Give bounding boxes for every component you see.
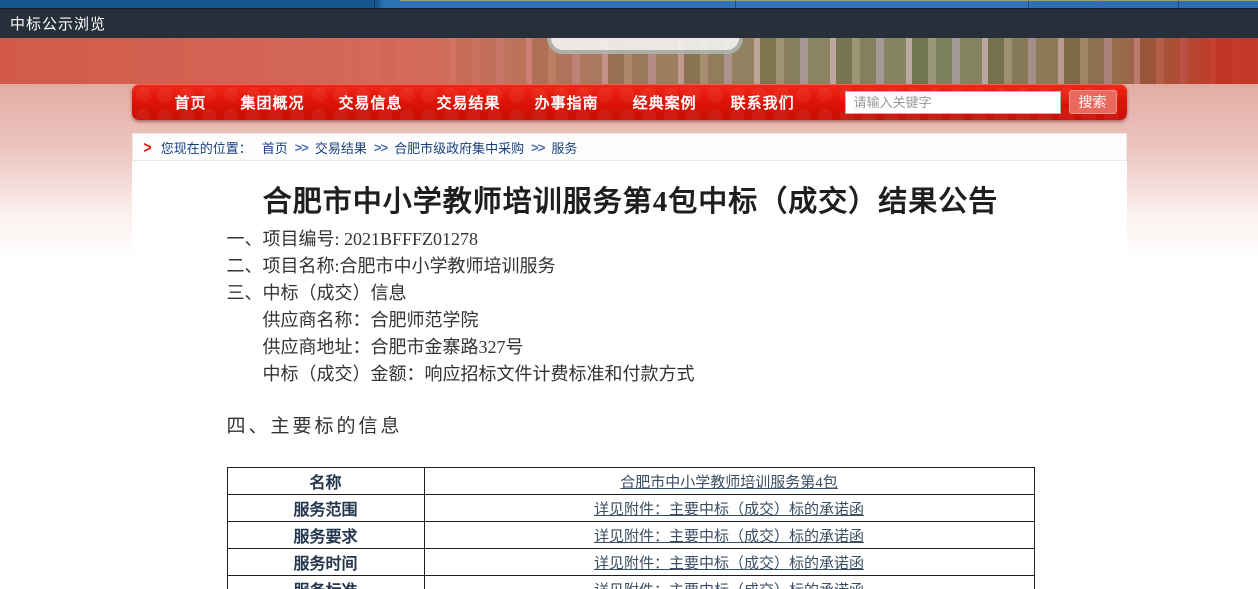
nav-item-trade-results[interactable]: 交易结果	[420, 92, 518, 113]
breadcrumb-arrow-icon: >	[144, 137, 152, 156]
nav-item-classic-cases[interactable]: 经典案例	[616, 92, 714, 113]
breadcrumb: > 您现在的位置： 首页 >> 交易结果 >> 合肥市级政府集中采购 >> 服务	[132, 133, 1127, 161]
supplier-address-line: 供应商地址：合肥市金寨路327号	[227, 334, 1035, 361]
nav-item-service-guide[interactable]: 办事指南	[518, 92, 616, 113]
search-button[interactable]: 搜索	[1069, 90, 1117, 114]
search-input[interactable]	[845, 91, 1061, 114]
bid-info-table: 名称 合肥市中小学教师培训服务第4包 服务范围 详见附件：主要中标（成交）标的承…	[227, 467, 1035, 589]
award-amount-line: 中标（成交）金额：响应招标文件计费标准和付款方式	[227, 361, 1035, 388]
window-title-bar: 中标公示浏览	[0, 8, 1258, 38]
breadcrumb-link-service[interactable]: 服务	[551, 138, 577, 157]
page-title: 合肥市中小学教师培训服务第4包中标（成交）结果公告	[227, 178, 1035, 220]
row-value-service-scope-link[interactable]: 详见附件：主要中标（成交）标的承诺函	[594, 502, 864, 518]
browser-tab-strip	[0, 0, 1258, 8]
row-value-service-standard-link[interactable]: 详见附件：主要中标（成交）标的承诺函	[594, 583, 864, 589]
main-navigation: 首页 集团概况 交易信息 交易结果 办事指南 经典案例 联系我们 搜索	[132, 84, 1127, 120]
table-row: 服务要求 详见附件：主要中标（成交）标的承诺函	[227, 522, 1034, 549]
announcement-article: 合肥市中小学教师培训服务第4包中标（成交）结果公告 一、项目编号: 2021BF…	[227, 178, 1035, 589]
breadcrumb-separator: >>	[295, 140, 308, 155]
nav-item-home[interactable]: 首页	[158, 92, 224, 113]
award-info-heading: 三、中标（成交）信息	[227, 280, 1035, 307]
table-row: 服务时间 详见附件：主要中标（成交）标的承诺函	[227, 549, 1034, 576]
search-area: 搜索	[845, 90, 1117, 114]
nav-item-group-overview[interactable]: 集团概况	[224, 92, 322, 113]
row-value-name-link[interactable]: 合肥市中小学教师培训服务第4包	[620, 475, 838, 491]
breadcrumb-prefix: 您现在的位置：	[161, 138, 252, 157]
row-label-service-scope: 服务范围	[227, 495, 424, 522]
row-label-service-requirements: 服务要求	[227, 522, 424, 549]
nav-item-contact-us[interactable]: 联系我们	[714, 92, 812, 113]
supplier-name-line: 供应商名称：合肥师范学院	[227, 307, 1035, 334]
breadcrumb-link-home[interactable]: 首页	[262, 138, 288, 157]
breadcrumb-separator: >>	[531, 140, 544, 155]
banner-search-pill	[547, 38, 743, 54]
nav-item-trade-info[interactable]: 交易信息	[322, 92, 420, 113]
breadcrumb-link-trade-results[interactable]: 交易结果	[315, 138, 367, 157]
page-column: 首页 集团概况 交易信息 交易结果 办事指南 经典案例 联系我们 搜索 > 您现…	[132, 84, 1127, 589]
window-title: 中标公示浏览	[10, 13, 106, 34]
project-name-line: 二、项目名称:合肥市中小学教师培训服务	[227, 253, 1035, 280]
row-label-name: 名称	[227, 468, 424, 495]
content-area: 合肥市中小学教师培训服务第4包中标（成交）结果公告 一、项目编号: 2021BF…	[132, 161, 1127, 589]
header-banner-image	[0, 38, 1258, 84]
project-number-line: 一、项目编号: 2021BFFFZ01278	[227, 226, 1035, 253]
row-label-service-standard: 服务标准	[227, 576, 424, 589]
row-value-service-time-link[interactable]: 详见附件：主要中标（成交）标的承诺函	[594, 556, 864, 572]
row-label-service-time: 服务时间	[227, 549, 424, 576]
breadcrumb-link-procurement[interactable]: 合肥市级政府集中采购	[394, 138, 524, 157]
table-row: 名称 合肥市中小学教师培训服务第4包	[227, 468, 1034, 495]
table-row: 服务范围 详见附件：主要中标（成交）标的承诺函	[227, 495, 1034, 522]
row-value-service-requirements-link[interactable]: 详见附件：主要中标（成交）标的承诺函	[594, 529, 864, 545]
breadcrumb-separator: >>	[374, 140, 387, 155]
table-row: 服务标准 详见附件：主要中标（成交）标的承诺函	[227, 576, 1034, 589]
main-subject-heading: 四、主要标的信息	[227, 411, 1035, 438]
